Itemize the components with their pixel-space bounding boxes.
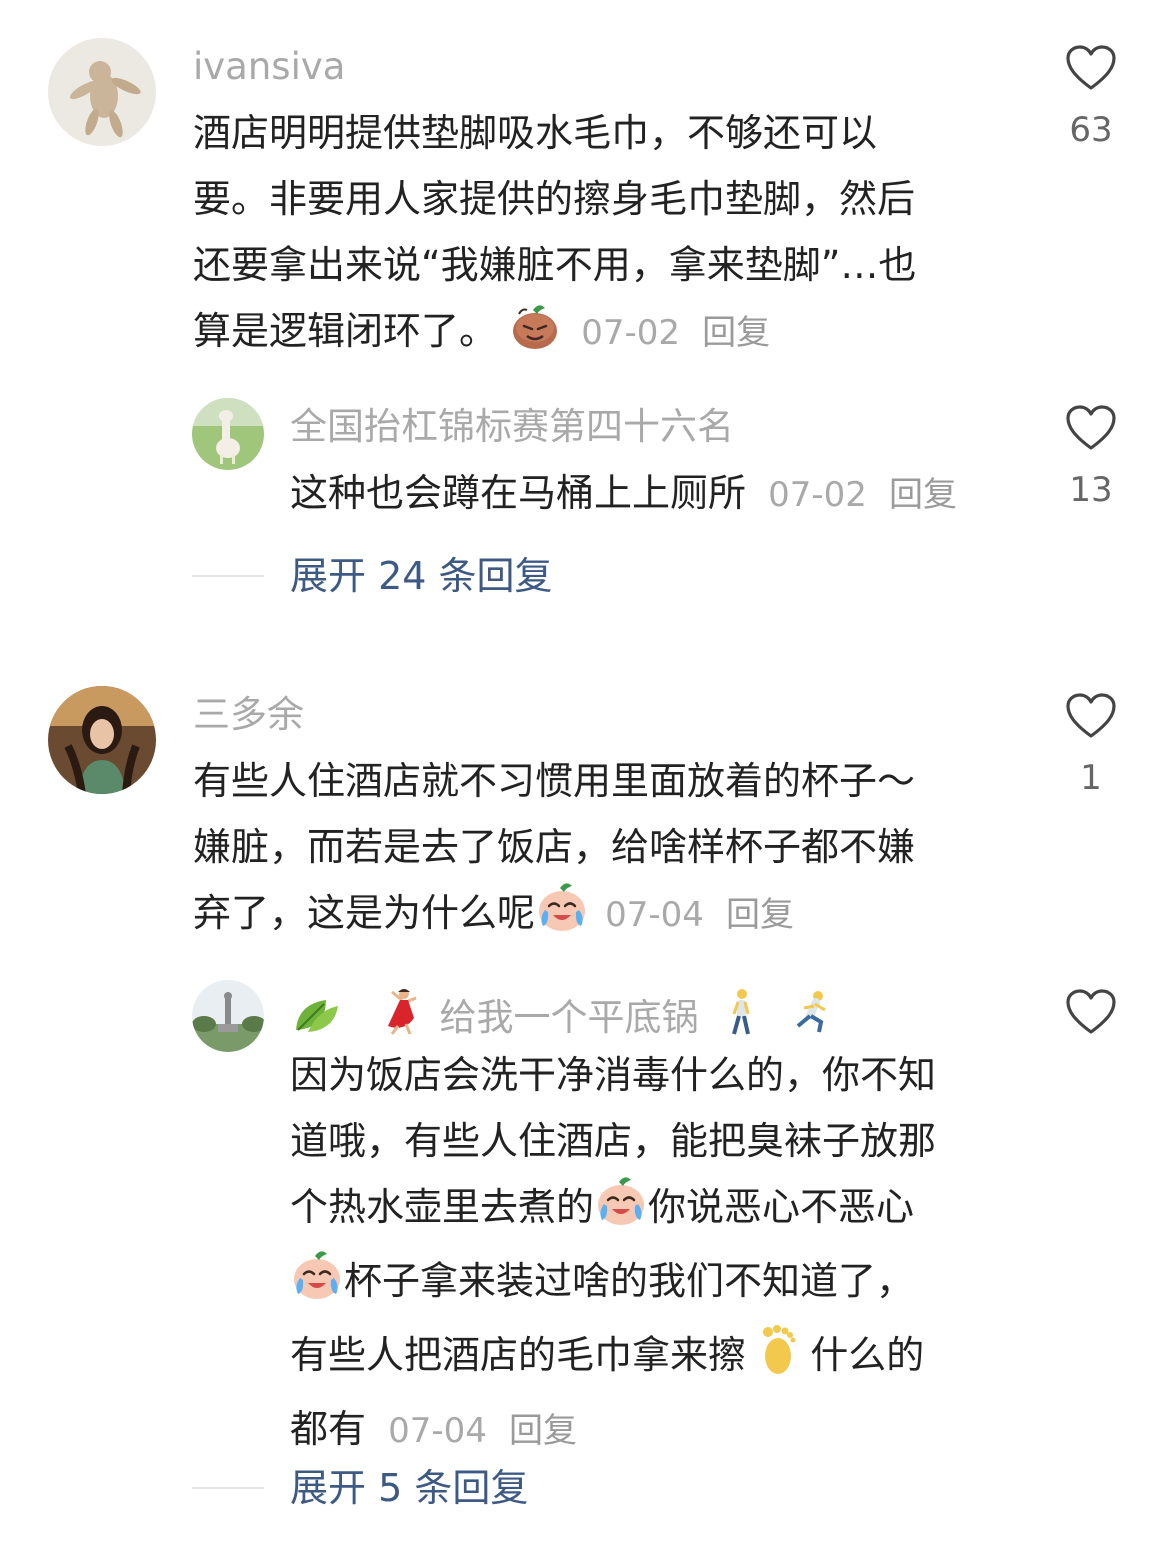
reply-text: 这种也会蹲在马桶上上厕所 07-02 回复 — [290, 460, 1030, 528]
like-button[interactable]: 63 — [1046, 44, 1136, 152]
reply-date: 07-04 — [388, 1411, 487, 1451]
reply-link[interactable]: 回复 — [702, 313, 770, 353]
expand-divider — [192, 1487, 264, 1489]
avatar-ivansiva[interactable] — [48, 38, 156, 146]
comment-date: 07-04 — [605, 895, 704, 935]
crying-laugh-emoji-icon — [290, 1248, 344, 1322]
like-count: 63 — [1069, 110, 1113, 150]
comment-date: 07-02 — [581, 313, 680, 353]
comment-line: 嫌脏，而若是去了饭店，给啥样杯子都不嫌 — [193, 825, 916, 869]
reply-username[interactable]: 给我一个平底锅 — [440, 996, 699, 1039]
reply-username[interactable]: 全国抬杠锦标赛第四十六名 — [290, 404, 734, 450]
comment-line: 还要拿出来说“我嫌脏不用，拿来垫脚”…也 — [193, 243, 917, 287]
heart-outline-icon — [1065, 989, 1117, 1040]
like-button[interactable] — [1046, 988, 1136, 1052]
reply-line: 有些人把酒店的毛巾拿来擦 什么的 — [290, 1322, 1030, 1396]
foot-emoji-icon — [758, 1322, 798, 1396]
like-button[interactable]: 1 — [1046, 692, 1136, 800]
reply-line: 这种也会蹲在马桶上上厕所 — [290, 471, 747, 515]
reply-line-text: 有些人把酒店的毛巾拿来擦 — [290, 1333, 747, 1377]
reply-link[interactable]: 回复 — [726, 895, 794, 935]
dancer-emoji-icon — [376, 986, 426, 1047]
heart-outline-icon — [1065, 405, 1117, 456]
reply-link[interactable]: 回复 — [889, 475, 957, 515]
comment-line-last: 算是逻辑闭环了。 07-02 回复 — [193, 298, 1033, 372]
comment-line-text: 弃了，这是为什么呢 — [193, 891, 536, 935]
comment-line: 要。非要用人家提供的擦身毛巾垫脚，然后 — [193, 177, 916, 221]
comment-line-text: 算是逻辑闭环了。 — [193, 309, 498, 353]
like-button[interactable]: 13 — [1046, 404, 1136, 512]
walking-person-emoji-icon — [724, 988, 758, 1047]
reply-line-text: 什么的 — [810, 1333, 925, 1377]
comment-username[interactable]: 三多余 — [193, 692, 304, 738]
reply-line-text: 个热水壶里去煮的 — [290, 1185, 595, 1229]
comment-line: 有些人住酒店就不习惯用里面放着的杯子～ — [193, 759, 916, 803]
comment-line-last: 弃了，这是为什么呢 07-04 回复 — [193, 880, 1033, 954]
comment-line: 酒店明明提供垫脚吸水毛巾，不够还可以 — [193, 111, 878, 155]
crying-laugh-emoji-icon — [594, 1174, 648, 1248]
like-count: 13 — [1069, 470, 1113, 510]
crying-laugh-emoji-icon — [535, 880, 589, 954]
reply-line-text: 你说恶心不恶心 — [648, 1185, 915, 1229]
reply-link[interactable]: 回复 — [509, 1411, 577, 1451]
reply-line: 道哦，有些人住酒店，能把臭袜子放那 — [290, 1119, 937, 1163]
running-person-emoji-icon — [790, 990, 836, 1047]
heart-outline-icon — [1065, 693, 1117, 744]
like-count: 1 — [1080, 758, 1102, 798]
reply-line: 都有 07-04 回复 — [290, 1396, 1030, 1464]
reply-text: 因为饭店会洗干净消毒什么的，你不知 道哦，有些人住酒店，能把臭袜子放那 个热水壶… — [290, 1042, 1030, 1464]
avatar-reply-statue[interactable] — [192, 980, 264, 1052]
grimace-bean-emoji-icon — [509, 300, 561, 372]
reply-line: 个热水壶里去煮的 你说恶心不恶心 — [290, 1174, 1030, 1248]
expand-replies-button[interactable]: 展开 5 条回复 — [290, 1463, 528, 1513]
reply-username-row: 给我一个平底锅 — [290, 986, 836, 1047]
avatar-reply-alpaca[interactable] — [192, 398, 264, 470]
reply-line-text: 杯子拿来装过啥的我们不知道了， — [344, 1259, 915, 1303]
expand-replies-button[interactable]: 展开 24 条回复 — [290, 551, 553, 601]
leaf-emoji-icon — [290, 990, 342, 1047]
expand-divider — [192, 575, 264, 577]
comment-username[interactable]: ivansiva — [193, 44, 345, 90]
heart-outline-icon — [1065, 45, 1117, 96]
reply-line: 杯子拿来装过啥的我们不知道了， — [290, 1248, 1030, 1322]
reply-line: 因为饭店会洗干净消毒什么的，你不知 — [290, 1053, 937, 1097]
reply-line-text: 都有 — [290, 1407, 367, 1451]
comment-text: 酒店明明提供垫脚吸水毛巾，不够还可以 要。非要用人家提供的擦身毛巾垫脚，然后 还… — [193, 100, 1033, 372]
reply-date: 07-02 — [768, 475, 867, 515]
comment-text: 有些人住酒店就不习惯用里面放着的杯子～ 嫌脏，而若是去了饭店，给啥样杯子都不嫌 … — [193, 748, 1033, 954]
avatar-sanduoyu[interactable] — [48, 686, 156, 794]
